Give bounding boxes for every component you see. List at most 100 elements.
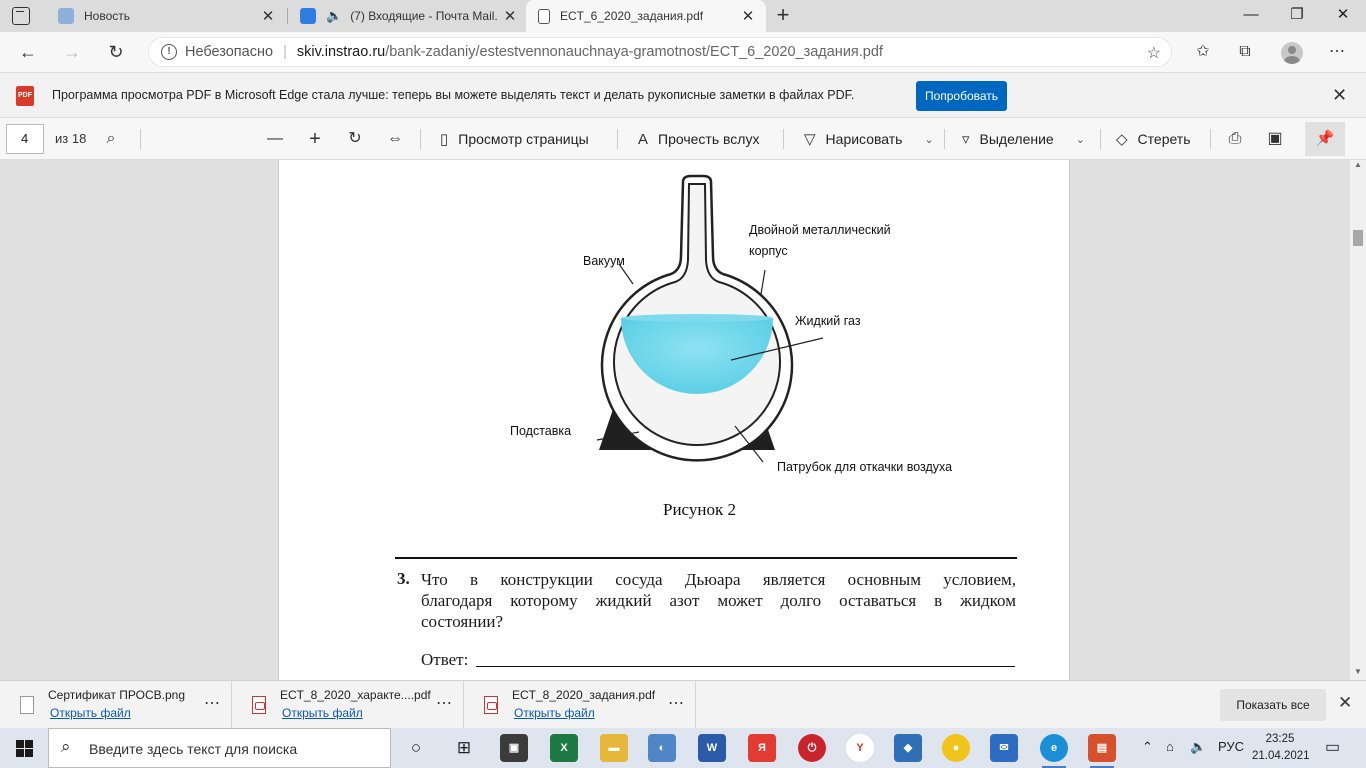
close-tab-icon[interactable]: ✕ xyxy=(738,7,758,25)
download-item[interactable]: Сертификат ПРОСВ.png Открыть файл ⋯ xyxy=(0,681,232,729)
tab-news[interactable]: Новость ✕ xyxy=(46,0,286,32)
more-options-icon[interactable]: ⋯ xyxy=(668,693,685,713)
try-button[interactable]: Попробовать xyxy=(916,81,1007,111)
draw-button[interactable]: ▽ Нарисовать ⌄ xyxy=(804,126,934,152)
pdf-icon: PDF xyxy=(16,86,34,106)
downloads-bar: Сертификат ПРОСВ.png Открыть файл ⋯ ECT_… xyxy=(0,680,1366,729)
search-placeholder: Введите здесь текст для поиска xyxy=(89,741,298,757)
print-icon[interactable]: ⎙ xyxy=(1222,126,1248,152)
chrome-icon[interactable]: ● xyxy=(942,734,970,762)
speaker-icon[interactable]: 🔈 xyxy=(326,8,342,24)
dewar-vessel-illustration xyxy=(596,174,824,463)
open-file-link[interactable]: Открыть файл xyxy=(282,706,363,720)
warning-icon[interactable]: ! xyxy=(161,44,177,60)
scroll-thumb[interactable] xyxy=(1353,230,1363,246)
clock[interactable]: 23:25 21.04.2021 xyxy=(1252,731,1310,765)
close-tab-icon[interactable]: ✕ xyxy=(500,7,520,25)
divider-line xyxy=(395,557,1017,559)
page-view-label: Просмотр страницы xyxy=(458,131,589,147)
refresh-icon[interactable]: ↻ xyxy=(102,38,130,66)
save-icon[interactable]: ▣ xyxy=(1262,126,1288,152)
search-icon: ⌕ xyxy=(61,737,71,756)
zoom-out-icon[interactable]: — xyxy=(262,126,288,152)
back-icon[interactable]: ← xyxy=(14,38,42,66)
tab-mail[interactable]: 🔈 (7) Входящие - Почта Mail. ✕ xyxy=(288,0,528,32)
power-app-icon[interactable]: ⏻ xyxy=(798,734,826,762)
cortana-icon[interactable]: ○ xyxy=(402,734,430,762)
pin-toolbar-icon[interactable]: 📌 xyxy=(1305,122,1345,156)
open-file-link[interactable]: Открыть файл xyxy=(514,706,595,720)
taskbar-search[interactable]: ⌕ Введите здесь текст для поиска xyxy=(48,728,391,768)
draw-label: Нарисовать xyxy=(825,131,903,147)
scroll-down-icon[interactable]: ▼ xyxy=(1354,667,1362,676)
url-path: /bank-zadaniy/estestvennonauchnaya-gramo… xyxy=(385,44,883,60)
close-icon[interactable]: ✕ xyxy=(1338,693,1352,713)
question-line: благодаря которому жидкий азот может дол… xyxy=(421,591,1016,610)
collections-icon[interactable]: ⧉ xyxy=(1234,42,1256,64)
document-viewport[interactable]: Вакуум Двойной металлический корпус Жидк… xyxy=(0,160,1366,680)
profile-avatar[interactable] xyxy=(1281,42,1303,64)
more-menu-icon[interactable]: ⋯ xyxy=(1326,42,1348,64)
open-file-link[interactable]: Открыть файл xyxy=(50,706,131,720)
tab-pdf[interactable]: ECT_6_2020_задания.pdf ✕ xyxy=(526,0,766,32)
security-label[interactable]: Небезопасно xyxy=(185,44,273,60)
url-field[interactable]: ! Небезопасно | skiv.instrao.ru /bank-za… xyxy=(148,37,1172,67)
close-icon[interactable]: ✕ xyxy=(1332,85,1347,106)
taskbar: ⌕ Введите здесь текст для поиска ○ ⊞ ▣ X… xyxy=(0,728,1366,768)
yandex-icon[interactable]: Y xyxy=(846,734,874,762)
label-vacuum: Вакуум xyxy=(583,254,625,268)
info-bar: PDF Программа просмотра PDF в Microsoft … xyxy=(0,72,1366,118)
sound-app-icon[interactable]: ◐ xyxy=(648,734,676,762)
folder-icon[interactable]: ▬ xyxy=(600,734,628,762)
add-favorite-icon[interactable]: ☆ xyxy=(1147,43,1161,63)
restore-icon[interactable]: ❐ xyxy=(1274,0,1320,32)
read-aloud-button[interactable]: A Прочесть вслух xyxy=(638,126,759,152)
zoom-in-icon[interactable]: + xyxy=(302,126,328,152)
more-options-icon[interactable]: ⋯ xyxy=(204,693,221,713)
pdf-app-icon[interactable]: ▤ xyxy=(1088,734,1116,768)
minimize-icon[interactable]: — xyxy=(1228,0,1274,32)
chevron-up-icon[interactable]: ⌃ xyxy=(1142,739,1153,755)
pdf-file-icon xyxy=(484,696,498,714)
show-all-button[interactable]: Показать все xyxy=(1220,689,1326,721)
page-number-input[interactable]: 4 xyxy=(6,124,44,154)
erase-button[interactable]: ◇ Стереть xyxy=(1116,126,1191,152)
word-icon[interactable]: W xyxy=(698,734,726,762)
language-indicator[interactable]: РУС xyxy=(1218,739,1244,754)
highlight-button[interactable]: ▿ Выделение ⌄ xyxy=(962,126,1085,152)
network-icon[interactable]: ⌂ xyxy=(1166,739,1174,754)
mail-app-icon[interactable]: ✉ xyxy=(990,734,1018,762)
store-icon[interactable]: ▣ xyxy=(500,734,528,762)
edge-icon[interactable]: e xyxy=(1040,734,1068,768)
close-tab-icon[interactable]: ✕ xyxy=(258,7,278,25)
fit-width-icon[interactable]: ⇔ xyxy=(382,126,408,152)
chevron-down-icon[interactable]: ⌄ xyxy=(1076,133,1085,146)
page-view-button[interactable]: ▯ Просмотр страницы xyxy=(440,126,589,152)
windows-start-icon[interactable] xyxy=(16,740,33,757)
url-separator: | xyxy=(283,44,287,60)
scrollbar[interactable]: ▲ ▼ xyxy=(1350,160,1366,680)
new-tab-button[interactable]: + xyxy=(770,3,796,29)
favorites-icon[interactable]: ✩ xyxy=(1192,42,1214,64)
volume-icon[interactable]: 🔈 xyxy=(1190,739,1206,755)
highlight-label: Выделение xyxy=(979,131,1054,147)
rotate-icon[interactable]: ↻ xyxy=(342,126,368,152)
chevron-down-icon[interactable]: ⌄ xyxy=(924,133,933,146)
task-question: Что в конструкции сосуда Дьюара является… xyxy=(421,569,1016,632)
notifications-icon[interactable]: ▭ xyxy=(1325,737,1340,757)
download-item[interactable]: ECT_8_2020_задания.pdf Открыть файл ⋯ xyxy=(464,681,696,729)
scroll-up-icon[interactable]: ▲ xyxy=(1354,160,1362,169)
pdf-toolbar: 4 из 18 ⌕ — + ↻ ⇔ ▯ Просмотр страницы A … xyxy=(0,118,1366,160)
more-options-icon[interactable]: ⋯ xyxy=(436,693,453,713)
yandex-browser-icon[interactable]: Я xyxy=(748,734,776,762)
search-icon[interactable]: ⌕ xyxy=(98,126,124,152)
remote-app-icon[interactable]: ◆ xyxy=(894,734,922,762)
tab-actions-icon[interactable] xyxy=(12,7,30,25)
excel-icon[interactable]: X xyxy=(550,734,578,762)
download-item[interactable]: ECT_8_2020_характе....pdf Открыть файл ⋯ xyxy=(232,681,464,729)
label-double-body: Двойной металлический xyxy=(749,223,891,237)
forward-icon[interactable]: → xyxy=(58,38,86,66)
figure-caption: Рисунок 2 xyxy=(663,500,736,519)
close-window-icon[interactable]: ✕ xyxy=(1320,0,1366,32)
task-view-icon[interactable]: ⊞ xyxy=(450,734,478,762)
